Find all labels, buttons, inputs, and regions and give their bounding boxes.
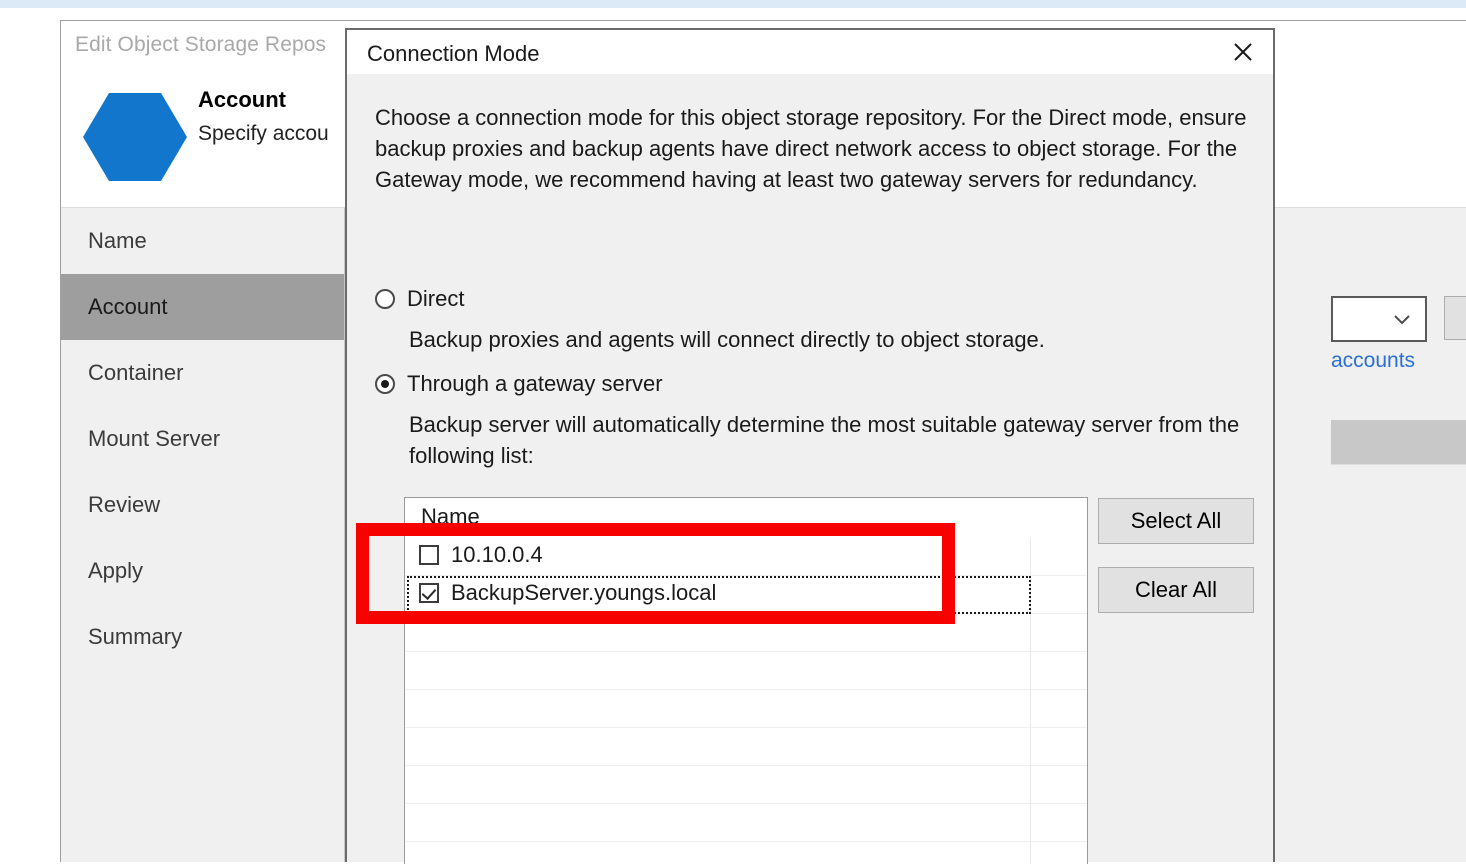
sidebar-item-container[interactable]: Container	[61, 340, 344, 406]
sidebar-item-apply[interactable]: Apply	[61, 538, 344, 604]
table-row[interactable]	[405, 842, 1087, 864]
table-row[interactable]	[405, 766, 1087, 804]
dialog-title: Connection Mode	[367, 41, 540, 66]
wizard-steps-panel: Name Account Container Mount Server Revi…	[61, 208, 345, 862]
table-row[interactable]	[405, 728, 1087, 766]
sidebar-item-summary[interactable]: Summary	[61, 604, 344, 670]
checkbox-checked-icon[interactable]	[419, 583, 439, 603]
top-strip-divider	[0, 8, 1466, 10]
table-row[interactable]: 10.10.0.4	[405, 538, 1087, 576]
list-item-content: 10.10.0.4	[419, 542, 543, 568]
table-row[interactable]	[405, 614, 1087, 652]
selected-row-band	[1331, 420, 1466, 465]
radio-unselected-icon	[375, 289, 395, 309]
sidebar-item-mount-server[interactable]: Mount Server	[61, 406, 344, 472]
list-item-content: BackupServer.youngs.local	[419, 580, 716, 606]
column-header-name: Name	[421, 504, 480, 529]
radio-direct-description: Backup proxies and agents will connect d…	[409, 327, 1045, 352]
account-dropdown[interactable]	[1331, 296, 1427, 342]
list-item-label: BackupServer.youngs.local	[451, 580, 717, 605]
sidebar-item-name[interactable]: Name	[61, 208, 344, 274]
checkbox-unchecked-icon[interactable]	[419, 545, 439, 565]
radio-direct-label: Direct	[407, 286, 465, 311]
radio-through-gateway-server[interactable]: Through a gateway server	[375, 371, 663, 397]
table-row[interactable]	[405, 652, 1087, 690]
table-row[interactable]	[405, 804, 1087, 842]
dialog-body: Choose a connection mode for this object…	[347, 74, 1273, 864]
radio-gateway-description: Backup server will automatically determi…	[409, 412, 1240, 468]
radio-gateway-label: Through a gateway server	[407, 371, 663, 396]
dialog-description: Choose a connection mode for this object…	[375, 105, 1247, 192]
dialog-titlebar: Connection Mode	[347, 30, 1273, 74]
sidebar-item-review[interactable]: Review	[61, 472, 344, 538]
manage-accounts-link[interactable]: accounts	[1331, 349, 1415, 373]
page-subtitle: Specify accou	[198, 122, 329, 145]
clear-all-button[interactable]: Clear All	[1098, 567, 1254, 613]
close-icon[interactable]	[1213, 30, 1273, 74]
top-accent-strip	[0, 0, 1466, 8]
gateway-server-list[interactable]: Name 10.10.0.4 BackupServer.youngs.local	[404, 497, 1088, 864]
radio-direct[interactable]: Direct	[375, 286, 464, 312]
hexagon-icon	[83, 89, 187, 185]
select-all-button[interactable]: Select All	[1098, 498, 1254, 544]
sidebar-item-account[interactable]: Account	[61, 274, 344, 340]
table-row[interactable]: BackupServer.youngs.local	[405, 576, 1087, 614]
window-title: Edit Object Storage Repos	[75, 33, 327, 56]
chevron-down-icon	[1393, 313, 1411, 325]
connection-mode-dialog: Connection Mode Choose a connection mode…	[345, 28, 1275, 864]
list-item-label: 10.10.0.4	[451, 542, 543, 567]
table-row[interactable]	[405, 690, 1087, 728]
radio-selected-icon	[375, 374, 395, 394]
add-account-button[interactable]: Add	[1444, 296, 1466, 340]
list-header: Name	[405, 498, 1087, 538]
page-title: Account	[198, 87, 286, 112]
